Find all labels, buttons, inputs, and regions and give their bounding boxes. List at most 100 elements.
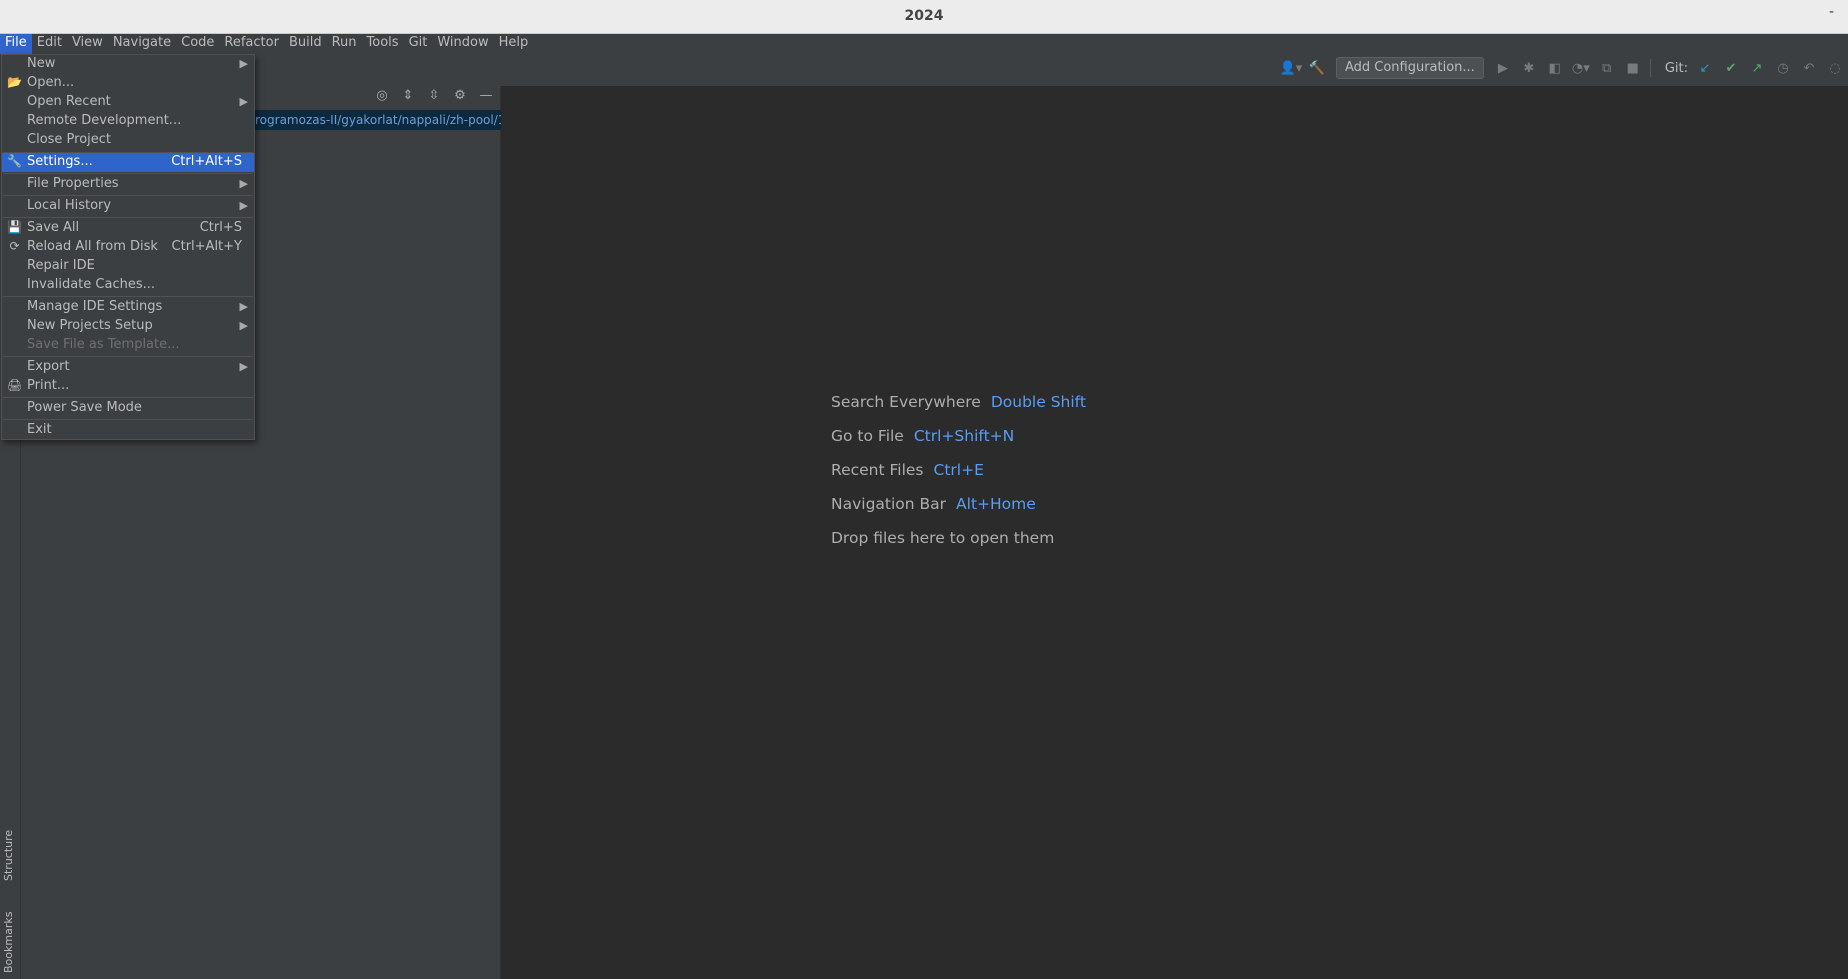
menu-item-export[interactable]: Export ▶ <box>2 358 254 377</box>
hint-label: Recent Files <box>831 461 924 479</box>
minimize-icon[interactable]: — <box>477 88 495 103</box>
git-update-icon[interactable]: ↙ <box>1692 55 1718 81</box>
menu-separator <box>3 397 253 398</box>
menu-navigate[interactable]: Navigate <box>108 34 176 54</box>
chevron-right-icon: ▶ <box>239 300 248 313</box>
main-menu: File Edit View Navigate Code Refactor Bu… <box>0 34 533 54</box>
hint-label: Drop files here to open them <box>831 529 1055 547</box>
minimize-button[interactable]: - <box>1829 4 1834 20</box>
menu-item-save-file-as-template: Save File as Template... <box>27 337 180 352</box>
run-icon[interactable]: ▶ <box>1490 55 1516 81</box>
menu-item-settings[interactable]: 🔧 Settings... Ctrl+Alt+S <box>2 153 254 172</box>
menu-item-local-history[interactable]: Local History ▶ <box>2 197 254 216</box>
menu-item-power-save-mode[interactable]: Power Save Mode <box>2 399 254 418</box>
menu-refactor[interactable]: Refactor <box>219 34 284 54</box>
menu-item-close-project[interactable]: Close Project <box>2 131 254 150</box>
chevron-right-icon: ▶ <box>239 319 248 332</box>
collapse-all-icon[interactable]: ⇳ <box>425 88 443 103</box>
toolbar-separator <box>1649 59 1651 77</box>
menu-item-file-properties[interactable]: File Properties ▶ <box>2 175 254 194</box>
wrench-icon: 🔧 <box>7 154 22 168</box>
window-title: 2024 <box>904 8 944 24</box>
menu-separator <box>3 356 253 357</box>
git-commit-check-icon[interactable]: ✔ <box>1718 55 1744 81</box>
hint-drop-files: Drop files here to open them <box>831 529 1054 547</box>
hint-search-everywhere: Search Everywhere Double Shift <box>831 393 1086 411</box>
git-push-icon[interactable]: ↗ <box>1744 55 1770 81</box>
menu-separator <box>3 419 253 420</box>
folder-open-icon: 📂 <box>7 75 22 89</box>
hint-label: Search Everywhere <box>831 393 981 411</box>
chevron-right-icon: ▶ <box>239 57 248 70</box>
chevron-right-icon: ▶ <box>239 360 248 373</box>
shortcut: Ctrl+S <box>199 220 242 235</box>
menu-build[interactable]: Build <box>284 34 327 54</box>
menu-item-save-all[interactable]: 💾 Save All Ctrl+S <box>2 219 254 238</box>
git-history-clock-icon[interactable]: ◷ <box>1770 55 1796 81</box>
hint-navigation-bar: Navigation Bar Alt+Home <box>831 495 1036 513</box>
hint-recent-files: Recent Files Ctrl+E <box>831 461 984 479</box>
chevron-right-icon: ▶ <box>239 177 248 190</box>
save-disk-icon: 💾 <box>7 220 22 234</box>
git-label: Git: <box>1664 60 1688 76</box>
hint-go-to-file: Go to File Ctrl+Shift+N <box>831 427 1014 445</box>
debug-icon[interactable]: ✱ <box>1516 55 1542 81</box>
menu-item-remote-development[interactable]: Remote Development... <box>2 112 254 131</box>
hint-key: Double Shift <box>990 393 1086 411</box>
locate-icon[interactable]: ◎ <box>373 88 391 103</box>
menu-item-new-projects-setup[interactable]: New Projects Setup ▶ <box>2 317 254 336</box>
shortcut: Ctrl+Alt+S <box>171 154 242 169</box>
title-bar: 2024 - <box>0 0 1848 34</box>
expand-all-icon[interactable]: ⇕ <box>399 88 417 103</box>
menu-separator <box>3 217 253 218</box>
project-panel-actions: ◎ ⇕ ⇳ ⚙ — <box>373 88 495 103</box>
menu-file[interactable]: File <box>0 34 32 54</box>
build-hammer-icon[interactable]: 🔨 <box>1304 55 1330 81</box>
chevron-right-icon: ▶ <box>239 199 248 212</box>
menu-separator <box>3 296 253 297</box>
menu-item-reload-all[interactable]: ⟳ Reload All from Disk Ctrl+Alt+Y <box>2 238 254 257</box>
menu-view[interactable]: View <box>67 34 108 54</box>
attach-icon[interactable]: ⧉ <box>1594 55 1620 81</box>
reload-icon: ⟳ <box>9 239 20 253</box>
file-menu-dropdown: New ▶ 📂 Open... Open Recent ▶ Remote Devel… <box>1 54 255 440</box>
menu-item-new[interactable]: New ▶ <box>2 55 254 74</box>
add-configuration-button[interactable]: Add Configuration... <box>1335 57 1484 79</box>
menu-separator <box>3 195 253 196</box>
menu-separator <box>3 173 253 174</box>
user-icon[interactable]: 👤▾ <box>1278 55 1304 81</box>
stop-icon[interactable]: ■ <box>1620 55 1646 81</box>
menu-item-exit[interactable]: Exit <box>2 421 254 440</box>
project-root-path[interactable]: rogramozas-II/gyakorlat/nappali/zh-pool/… <box>251 110 501 130</box>
printer-icon: 🖨 <box>7 378 23 392</box>
structure-tab[interactable]: Structure <box>2 830 15 881</box>
profile-icon[interactable]: ◔▾ <box>1568 55 1594 81</box>
search-icon[interactable]: ◌ <box>1822 55 1848 81</box>
hint-label: Navigation Bar <box>831 495 947 513</box>
menu-git[interactable]: Git <box>404 34 433 54</box>
shortcut: Ctrl+Alt+Y <box>171 239 242 254</box>
hint-key: Ctrl+Shift+N <box>913 427 1015 445</box>
menu-tools[interactable]: Tools <box>362 34 404 54</box>
menu-help[interactable]: Help <box>494 34 534 54</box>
menu-item-open-recent[interactable]: Open Recent ▶ <box>2 93 254 112</box>
chevron-right-icon: ▶ <box>239 95 248 108</box>
git-rollback-icon[interactable]: ↶ <box>1796 55 1822 81</box>
menu-item-invalidate-caches[interactable]: Invalidate Caches... <box>2 276 254 295</box>
menu-item-print[interactable]: 🖨 Print... <box>2 377 254 396</box>
bookmarks-tab[interactable]: Bookmarks <box>2 912 15 973</box>
hint-key: Ctrl+E <box>933 461 984 479</box>
hint-label: Go to File <box>831 427 904 445</box>
menu-code[interactable]: Code <box>176 34 219 54</box>
menu-edit[interactable]: Edit <box>32 34 67 54</box>
menu-window[interactable]: Window <box>432 34 493 54</box>
coverage-icon[interactable]: ◧ <box>1542 55 1568 81</box>
menu-item-manage-ide-settings[interactable]: Manage IDE Settings ▶ <box>2 298 254 317</box>
menu-item-open[interactable]: 📂 Open... <box>2 74 254 93</box>
main-toolbar: 👤▾ 🔨 Add Configuration... ▶ ✱ ◧ ◔▾ ⧉ ■ G… <box>1278 54 1848 82</box>
editor-empty-area: Search Everywhere Double Shift Go to File… <box>502 86 1848 979</box>
menu-bar: File Edit View Navigate Code Refactor Bu… <box>0 34 1848 86</box>
menu-run[interactable]: Run <box>327 34 362 54</box>
menu-item-repair-ide[interactable]: Repair IDE <box>2 257 254 276</box>
gear-icon[interactable]: ⚙ <box>451 88 469 103</box>
